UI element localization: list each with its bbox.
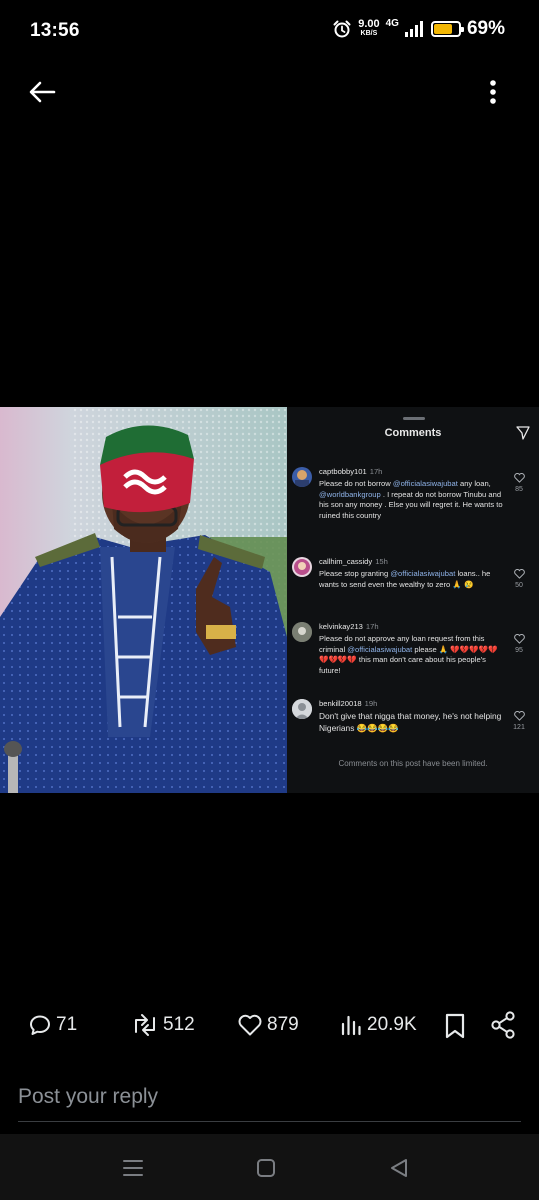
heart-outline-icon xyxy=(513,711,525,721)
heart-outline-icon xyxy=(513,634,525,644)
comment-time: 19h xyxy=(364,699,378,708)
battery-icon xyxy=(430,21,464,37)
comments-title: Comments xyxy=(384,427,442,439)
comment-username-text: captbobby101 xyxy=(319,467,367,476)
menu-icon[interactable] xyxy=(119,1154,147,1182)
comment-text-part: Please stop granting xyxy=(319,569,391,578)
repost-icon xyxy=(135,1014,155,1036)
comment-text-part: any loan, xyxy=(457,479,491,488)
comment-text: Don't give that nigga that money, he's n… xyxy=(319,711,507,734)
network-speed-value: 9.00 xyxy=(358,18,380,30)
comment-username-text: kelvinkay213 xyxy=(319,622,363,631)
status-bar: 13:56 9.00 KB/S 4G 69% xyxy=(0,0,539,62)
comment-mention: @officialasiwajubat xyxy=(392,479,458,488)
comment-like: 85 xyxy=(507,473,531,493)
commenter-avatar xyxy=(292,622,312,642)
comment-mention: @worldbankgroup xyxy=(319,489,381,499)
comment-like: 50 xyxy=(507,569,531,589)
speaker-photo xyxy=(0,407,287,793)
reply-composer xyxy=(18,1077,521,1122)
send-icon xyxy=(516,426,530,440)
alarm-icon xyxy=(333,20,351,38)
status-time: 13:56 xyxy=(30,20,80,41)
comment-text-part: Please do not borrow xyxy=(319,479,393,488)
signal-icon xyxy=(404,21,423,37)
commenter-avatar xyxy=(292,699,312,719)
comment-username: captbobby101 17h xyxy=(319,467,382,476)
network-speed-unit: KB/S xyxy=(360,30,378,37)
comment-text: Please stop granting @officialasiwajubat… xyxy=(319,569,507,590)
reply-input[interactable] xyxy=(18,1077,521,1117)
reply-button[interactable]: 71 xyxy=(28,1005,77,1045)
arrow-left-icon[interactable] xyxy=(24,74,60,110)
repost-count: 512 xyxy=(163,1014,195,1035)
comment-like-count: 95 xyxy=(515,647,523,654)
comment-username-text: callhim_cassidy xyxy=(319,557,373,566)
comment-username: benkill20018 19h xyxy=(319,699,377,708)
system-nav-bar xyxy=(0,1134,539,1200)
comment-time: 17h xyxy=(369,467,383,476)
reply-bubble-icon xyxy=(30,1015,50,1035)
heart-icon xyxy=(238,1014,262,1036)
views-button[interactable]: 20.9K xyxy=(339,1005,417,1045)
comment-like-count: 50 xyxy=(515,582,523,589)
comment-time: 17h xyxy=(365,622,379,631)
home-square-icon[interactable] xyxy=(252,1154,280,1182)
like-count: 879 xyxy=(267,1014,299,1035)
battery-fill xyxy=(433,24,452,34)
comment-text: Please do not borrow @officialasiwajubat… xyxy=(319,479,507,521)
comment-mention: @officialasiwajubat xyxy=(390,569,456,578)
network-speed: 9.00 KB/S xyxy=(358,18,380,38)
commenter-avatar xyxy=(292,557,312,577)
comment-time: 15h xyxy=(375,557,388,566)
comment-text-part: Don't give that nigga that money, he's n… xyxy=(319,711,502,733)
commenter-avatar xyxy=(292,467,312,487)
comment-item: kelvinkay213 17h Please do not approve an… xyxy=(292,622,536,682)
status-indicators: 9.00 KB/S 4G 69% xyxy=(332,18,505,40)
comment-username: callhim_cassidy 15h xyxy=(319,557,388,566)
battery-percent: 69% xyxy=(466,18,505,39)
views-count: 20.9K xyxy=(367,1014,417,1035)
network-type: 4G xyxy=(385,17,399,29)
repost-button[interactable]: 512 xyxy=(131,1005,195,1045)
comment-item: captbobby101 17h Please do not borrow @of… xyxy=(292,467,536,537)
post-top-bar xyxy=(0,66,539,116)
comment-item: benkill20018 19h Don't give that nigga th… xyxy=(292,699,536,739)
comments-panel: Comments captbobby101 17h Please do not b… xyxy=(287,407,539,793)
like-button[interactable]: 879 xyxy=(237,1005,299,1045)
post-media-image[interactable]: Comments captbobby101 17h Please do not b… xyxy=(0,407,539,793)
post-action-bar: 71 512 879 20.9K xyxy=(0,1005,539,1045)
more-vertical-icon[interactable] xyxy=(478,74,508,110)
share-icon[interactable] xyxy=(490,1005,516,1045)
comment-like: 121 xyxy=(507,711,531,731)
views-chart-icon xyxy=(341,1015,361,1036)
comment-username-text: benkill20018 xyxy=(319,699,362,708)
comment-username: kelvinkay213 17h xyxy=(319,622,379,631)
comments-limited-notice: Comments on this post have been limited. xyxy=(338,759,488,768)
comment-like-count: 85 xyxy=(515,486,523,493)
reply-count: 71 xyxy=(56,1014,78,1035)
heart-outline-icon xyxy=(513,473,525,483)
comment-text: Please do not approve any loan request f… xyxy=(319,634,507,676)
comment-mention: @officialasiwajubat xyxy=(347,644,413,654)
bookmark-icon[interactable] xyxy=(444,1005,466,1045)
back-triangle-icon[interactable] xyxy=(385,1154,413,1182)
drag-handle xyxy=(403,417,425,420)
comment-item: callhim_cassidy 15h Please stop granting … xyxy=(292,557,536,607)
heart-outline-icon xyxy=(513,569,525,579)
comment-like: 95 xyxy=(507,634,531,654)
comment-like-count: 121 xyxy=(513,724,525,731)
